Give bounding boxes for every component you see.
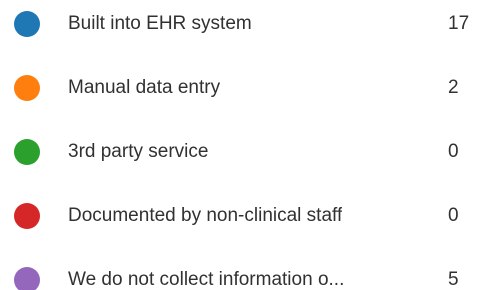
legend-item[interactable]: Documented by non-clinical staff 0 (0, 196, 482, 236)
legend-item-label: Documented by non-clinical staff (68, 205, 343, 226)
legend-item-count: 2 (448, 77, 459, 98)
legend-item-label: We do not collect information o... (68, 269, 345, 290)
color-swatch (14, 267, 40, 290)
legend-item-label: 3rd party service (68, 141, 209, 162)
response-legend: Built into EHR system 17 Manual data ent… (0, 0, 482, 290)
legend-item-count: 0 (448, 205, 459, 226)
legend-item-count: 0 (448, 141, 459, 162)
color-swatch (14, 203, 40, 229)
legend-item[interactable]: Manual data entry 2 (0, 68, 482, 108)
color-swatch (14, 11, 40, 37)
legend-item-count: 17 (448, 13, 470, 34)
legend-item[interactable]: 3rd party service 0 (0, 132, 482, 172)
color-swatch (14, 75, 40, 101)
legend-item-label: Built into EHR system (68, 13, 252, 34)
legend-item[interactable]: We do not collect information o... 5 (0, 260, 482, 290)
color-swatch (14, 139, 40, 165)
legend-item[interactable]: Built into EHR system 17 (0, 4, 482, 44)
legend-item-count: 5 (448, 269, 459, 290)
legend-item-label: Manual data entry (68, 77, 221, 98)
